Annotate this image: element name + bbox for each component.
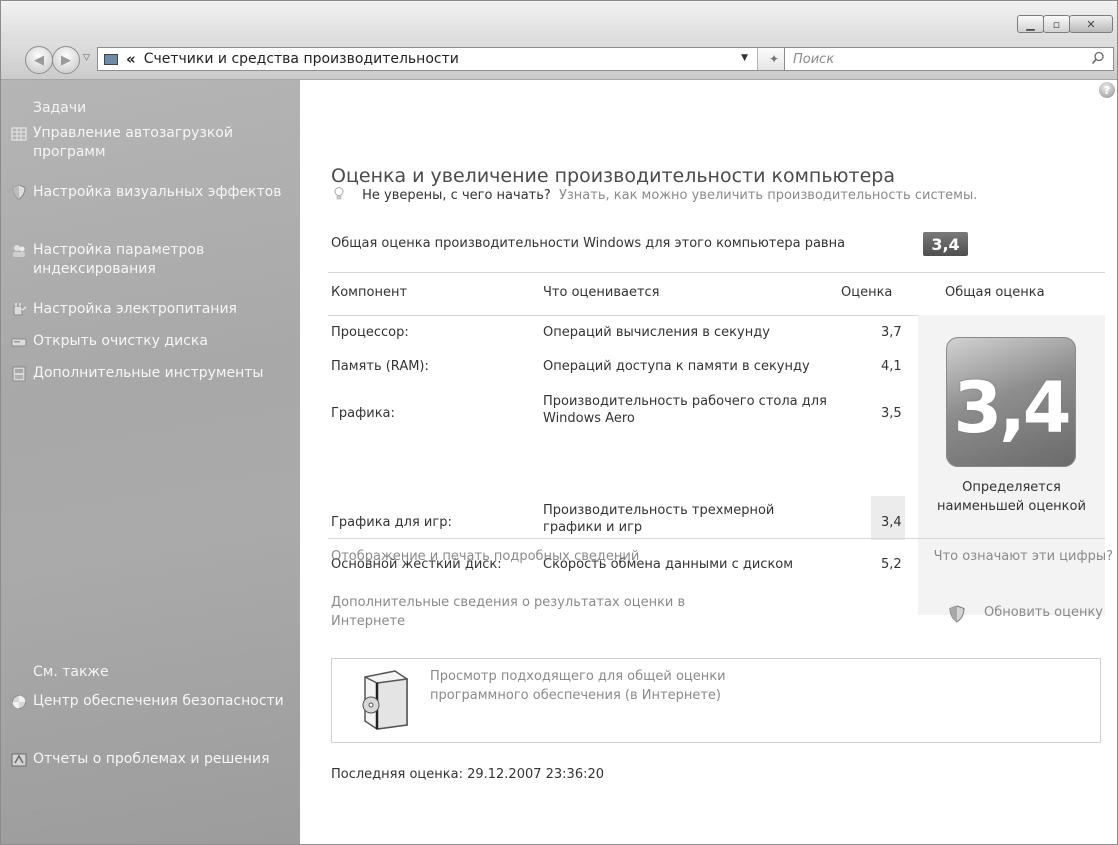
recent-pages-dropdown[interactable]: ▽: [83, 53, 90, 63]
see-also-heading: См. также: [33, 664, 109, 680]
back-button[interactable]: ◀: [25, 46, 53, 74]
security-center-icon: [12, 695, 26, 709]
maximize-button[interactable]: ▫: [1043, 15, 1070, 33]
search-input[interactable]: [785, 48, 1083, 70]
lightbulb-icon: [334, 187, 344, 200]
online-details-link[interactable]: Дополнительные сведения о результатах оц…: [331, 593, 731, 631]
row-component: Графика:: [331, 406, 395, 421]
software-link-box[interactable]: Просмотр подходящего для общей оценки пр…: [331, 658, 1101, 743]
software-link-text[interactable]: Просмотр подходящего для общей оценки пр…: [430, 667, 730, 705]
search-icon[interactable]: [1091, 51, 1105, 65]
table-bottom-border: [328, 538, 1105, 539]
back-arrow-icon: ◀: [34, 52, 44, 68]
problem-reports-icon: [11, 753, 27, 767]
address-field[interactable]: « Счетчики и средства производительности…: [97, 47, 791, 71]
breadcrumb-chevron[interactable]: «: [126, 50, 136, 68]
sidebar: Задачи Управление автозагрузкой программ…: [1, 80, 300, 844]
update-score-button[interactable]: Обновить оценку: [984, 605, 1103, 620]
window: ▁ ▫ ✕ ◀ ▶ ▽ « Счетчики и средства произв…: [0, 0, 1118, 845]
indexing-icon: [13, 245, 25, 257]
row-what: Операций вычисления в секунду: [543, 325, 770, 340]
header-what: Что оценивается: [543, 285, 660, 300]
address-bar: ◀ ▶ ▽ « Счетчики и средства производител…: [1, 41, 1117, 80]
sidebar-item-problem-reports[interactable]: Отчеты о проблемах и решения: [33, 750, 288, 769]
big-score-caption: Определяется наименьшей оценкой: [937, 480, 1086, 514]
sidebar-item-indexing[interactable]: Настройка параметров индексирования: [33, 241, 288, 279]
learn-more-link[interactable]: Узнать, как можно увеличить производител…: [559, 188, 977, 203]
row-component: Память (RAM):: [331, 359, 429, 374]
row-component: Графика для игр:: [331, 515, 452, 530]
row-score: 4,1: [881, 359, 902, 374]
row-score: 3,4: [881, 515, 902, 530]
header-overall: Общая оценка: [945, 285, 1045, 300]
chevron-down-icon: ▽: [83, 53, 90, 63]
overall-score-text: Общая оценка производительности Windows …: [331, 236, 846, 251]
search-box[interactable]: [784, 47, 1114, 71]
sidebar-item-disk-cleanup[interactable]: Открыть очистку диска: [33, 332, 288, 351]
sidebar-item-visual-effects[interactable]: Настройка визуальных эффектов: [33, 183, 288, 202]
page-title: Оценка и увеличение производительности к…: [331, 165, 896, 187]
row-what: Производительность трехмерной графики и …: [543, 503, 775, 535]
big-score-badge: 3,4: [946, 337, 1076, 467]
startup-icon: [11, 127, 27, 141]
numbers-meaning-link[interactable]: Что означают эти цифры?: [934, 549, 1113, 564]
address-dropdown-icon[interactable]: ▼: [741, 53, 748, 63]
breadcrumb-path[interactable]: Счетчики и средства производительности: [144, 51, 459, 67]
sidebar-item-security-center[interactable]: Центр обеспечения безопасности: [33, 692, 288, 711]
shield-icon: [12, 184, 26, 200]
sidebar-item-power[interactable]: Настройка электропитания: [33, 300, 288, 319]
window-controls: ▁ ▫ ✕: [1017, 15, 1113, 33]
row-component: Процессор:: [331, 325, 409, 340]
row-what: Производительность рабочего стола для Wi…: [543, 394, 827, 426]
help-icon: ?: [1103, 83, 1111, 97]
header-score: Оценка: [841, 285, 893, 300]
refresh-icon: ✦: [768, 52, 780, 66]
close-icon: ✕: [1086, 17, 1096, 31]
disk-cleanup-icon: [11, 338, 27, 347]
help-button[interactable]: ?: [1099, 82, 1115, 98]
power-icon: [13, 303, 27, 316]
tools-icon: [12, 366, 26, 382]
forward-button[interactable]: ▶: [52, 46, 80, 74]
row-what: Операций доступа к памяти в секунду: [543, 359, 810, 374]
minimize-icon: ▁: [1026, 17, 1035, 31]
details-print-link[interactable]: Отображение и печать подробных сведений: [331, 549, 639, 564]
row-score: 3,7: [881, 325, 902, 340]
last-rating-text: Последняя оценка: 29.12.2007 23:36:20: [331, 767, 605, 782]
sidebar-item-tools[interactable]: Дополнительные инструменты: [33, 364, 288, 383]
title-bar: ▁ ▫ ✕: [1, 1, 1117, 41]
overall-score-badge: 3,4: [923, 232, 968, 256]
tasks-heading: Задачи: [33, 100, 87, 116]
big-score-value: 3,4: [953, 367, 1071, 449]
table-header: Компонент Что оценивается Оценка Общая о…: [328, 272, 1105, 316]
header-component: Компонент: [331, 285, 408, 300]
sidebar-item-startup[interactable]: Управление автозагрузкой программ: [33, 124, 288, 162]
row-score: 5,2: [881, 557, 902, 572]
maximize-icon: ▫: [1052, 17, 1061, 31]
forward-arrow-icon: ▶: [61, 52, 71, 68]
tip-row: Не уверены, с чего начать? Узнать, как м…: [334, 186, 977, 203]
close-button[interactable]: ✕: [1069, 15, 1113, 33]
software-box-icon: [362, 670, 408, 730]
control-panel-icon: [104, 53, 118, 65]
minimize-button[interactable]: ▁: [1017, 15, 1044, 33]
overall-score-panel: 3,4 Определяется наименьшей оценкой: [918, 315, 1105, 615]
row-score: 3,5: [881, 406, 902, 421]
update-shield-icon: [949, 605, 965, 623]
tip-question: Не уверены, с чего начать?: [362, 188, 551, 203]
